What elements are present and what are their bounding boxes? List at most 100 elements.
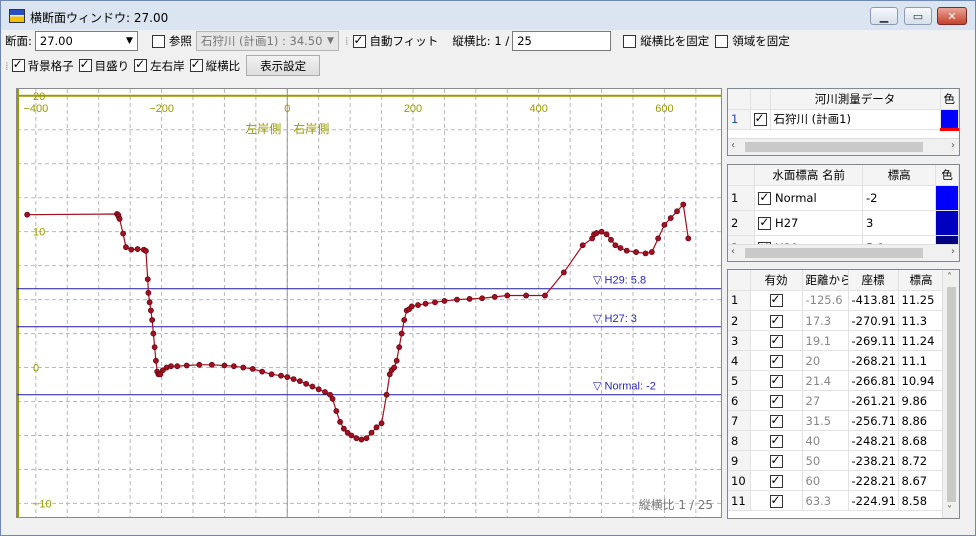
enabled-checkbox[interactable]	[769, 373, 783, 388]
scroll-right-icon[interactable]: ›	[951, 246, 955, 257]
fix-region-checkbox[interactable]	[715, 34, 729, 48]
table-row[interactable]: 10 60-228.218.67	[728, 470, 945, 491]
row-checkbox[interactable]	[758, 190, 772, 205]
vertical-scrollbar[interactable]: ˄ ˅	[942, 270, 959, 518]
enabled-checkbox[interactable]	[769, 433, 783, 448]
row-checkbox[interactable]	[753, 111, 767, 126]
table-row[interactable]: 2 17.3-270.9111.3	[728, 310, 945, 331]
scroll-thumb[interactable]	[947, 287, 956, 502]
fix-aspect-checkbox[interactable]	[623, 34, 637, 48]
reference-checkbox[interactable]	[151, 34, 165, 48]
distance-cell[interactable]: 19.1	[802, 330, 849, 351]
coord-cell[interactable]: -266.81	[848, 370, 899, 391]
enabled-cell[interactable]	[750, 370, 803, 391]
table-row[interactable]: 9 50-238.218.72	[728, 450, 945, 471]
banks-checkbox[interactable]	[134, 57, 148, 72]
aspect-checkbox[interactable]	[189, 57, 203, 72]
cross-section-plot[interactable]: ▽ H29: 5.8 ▽ H27: 3 ▽ Normal: -2 −400 −200 0 2…	[16, 88, 722, 518]
enabled-cell[interactable]	[750, 390, 803, 411]
table-row[interactable]: 11 63.3-224.918.58	[728, 490, 945, 511]
color-swatch[interactable]	[935, 185, 959, 211]
autofit-checkbox[interactable]	[352, 33, 366, 48]
distance-cell[interactable]: 31.5	[802, 410, 849, 431]
water-elev[interactable]: 3	[862, 210, 937, 236]
elev-cell[interactable]: 8.86	[898, 410, 945, 431]
table-row[interactable]: 8 40-248.218.68	[728, 430, 945, 451]
coord-cell[interactable]: -270.91	[848, 310, 899, 331]
elev-cell[interactable]: 11.24	[898, 330, 945, 351]
coord-cell[interactable]: -269.11	[848, 330, 899, 351]
table-row[interactable]: 6 27-261.219.86	[728, 390, 945, 411]
enabled-cell[interactable]	[750, 330, 803, 351]
ticks-checkbox[interactable]	[78, 57, 92, 72]
scroll-right-icon[interactable]: ›	[951, 140, 955, 151]
water-elev[interactable]: -2	[862, 185, 937, 211]
reference-select[interactable]: 石狩川 (計画1) : 34.50 ▼	[195, 31, 339, 51]
distance-cell[interactable]: 60	[802, 470, 849, 491]
table-row[interactable]: 1 Normal -2	[728, 185, 959, 211]
enabled-checkbox[interactable]	[769, 333, 783, 348]
coord-cell[interactable]: -413.81	[848, 290, 899, 311]
distance-cell[interactable]: -125.6	[802, 290, 849, 311]
distance-cell[interactable]: 50	[802, 450, 849, 471]
elev-cell[interactable]: 11.3	[898, 310, 945, 331]
enabled-checkbox[interactable]	[769, 473, 783, 488]
enabled-cell[interactable]	[750, 350, 803, 371]
horizontal-scrollbar[interactable]: ‹ ›	[728, 244, 959, 261]
maximize-button[interactable]: ▭	[904, 7, 932, 25]
distance-cell[interactable]: 21.4	[802, 370, 849, 391]
aspect-ratio-input[interactable]: 25	[512, 31, 612, 51]
table-row[interactable]: 5 21.4-266.8110.94	[728, 370, 945, 391]
coord-cell[interactable]: -256.71	[848, 410, 899, 431]
elev-cell[interactable]: 11.25	[898, 290, 945, 311]
distance-cell[interactable]: 17.3	[802, 310, 849, 331]
enabled-cell[interactable]	[750, 490, 803, 511]
scroll-left-icon[interactable]: ‹	[731, 140, 735, 151]
table-row[interactable]: 1 -125.6-413.8111.25	[728, 290, 945, 311]
close-button[interactable]: ✕	[937, 7, 967, 25]
enabled-cell[interactable]	[750, 430, 803, 451]
enabled-checkbox[interactable]	[769, 453, 783, 468]
scroll-thumb[interactable]	[745, 142, 923, 152]
row-checkbox-cell[interactable]	[750, 109, 771, 130]
elev-cell[interactable]: 8.68	[898, 430, 945, 451]
scroll-thumb[interactable]	[745, 248, 923, 258]
coord-cell[interactable]: -248.21	[848, 430, 899, 451]
enabled-cell[interactable]	[750, 450, 803, 471]
enabled-cell[interactable]	[750, 470, 803, 491]
elev-cell[interactable]: 8.58	[898, 490, 945, 511]
elev-cell[interactable]: 8.72	[898, 450, 945, 471]
display-settings-button[interactable]: 表示設定	[246, 55, 321, 76]
color-swatch[interactable]	[935, 210, 959, 236]
distance-cell[interactable]: 27	[802, 390, 849, 411]
enabled-cell[interactable]	[750, 410, 803, 431]
enabled-checkbox[interactable]	[769, 493, 783, 508]
section-select[interactable]: 27.00 ▼	[34, 31, 138, 51]
elev-cell[interactable]: 11.1	[898, 350, 945, 371]
distance-cell[interactable]: 20	[802, 350, 849, 371]
table-row[interactable]: 2 H27 3	[728, 210, 959, 236]
grid-checkbox[interactable]	[11, 57, 25, 72]
enabled-checkbox[interactable]	[769, 413, 783, 428]
horizontal-scrollbar[interactable]: ‹ ›	[728, 138, 959, 155]
scroll-down-icon[interactable]: ˅	[947, 505, 952, 516]
enabled-checkbox[interactable]	[769, 292, 783, 308]
enabled-cell[interactable]	[750, 310, 803, 331]
color-swatch[interactable]	[940, 109, 959, 131]
coord-cell[interactable]: -224.91	[848, 490, 899, 511]
enabled-checkbox[interactable]	[769, 353, 783, 368]
minimize-button[interactable]: ▁	[870, 7, 898, 25]
elev-cell[interactable]: 10.94	[898, 370, 945, 391]
elev-cell[interactable]: 8.67	[898, 470, 945, 491]
table-row[interactable]: 1 石狩川 (計画1)	[728, 109, 959, 131]
table-row[interactable]: 3 19.1-269.1111.24	[728, 330, 945, 351]
enabled-checkbox[interactable]	[769, 393, 783, 408]
row-checkbox[interactable]	[758, 215, 772, 230]
distance-cell[interactable]: 63.3	[802, 490, 849, 511]
coord-cell[interactable]: -261.21	[848, 390, 899, 411]
scroll-up-icon[interactable]: ˄	[947, 272, 952, 283]
coord-cell[interactable]: -228.21	[848, 470, 899, 491]
coord-cell[interactable]: -268.21	[848, 350, 899, 371]
scroll-left-icon[interactable]: ‹	[731, 246, 735, 257]
coord-cell[interactable]: -238.21	[848, 450, 899, 471]
